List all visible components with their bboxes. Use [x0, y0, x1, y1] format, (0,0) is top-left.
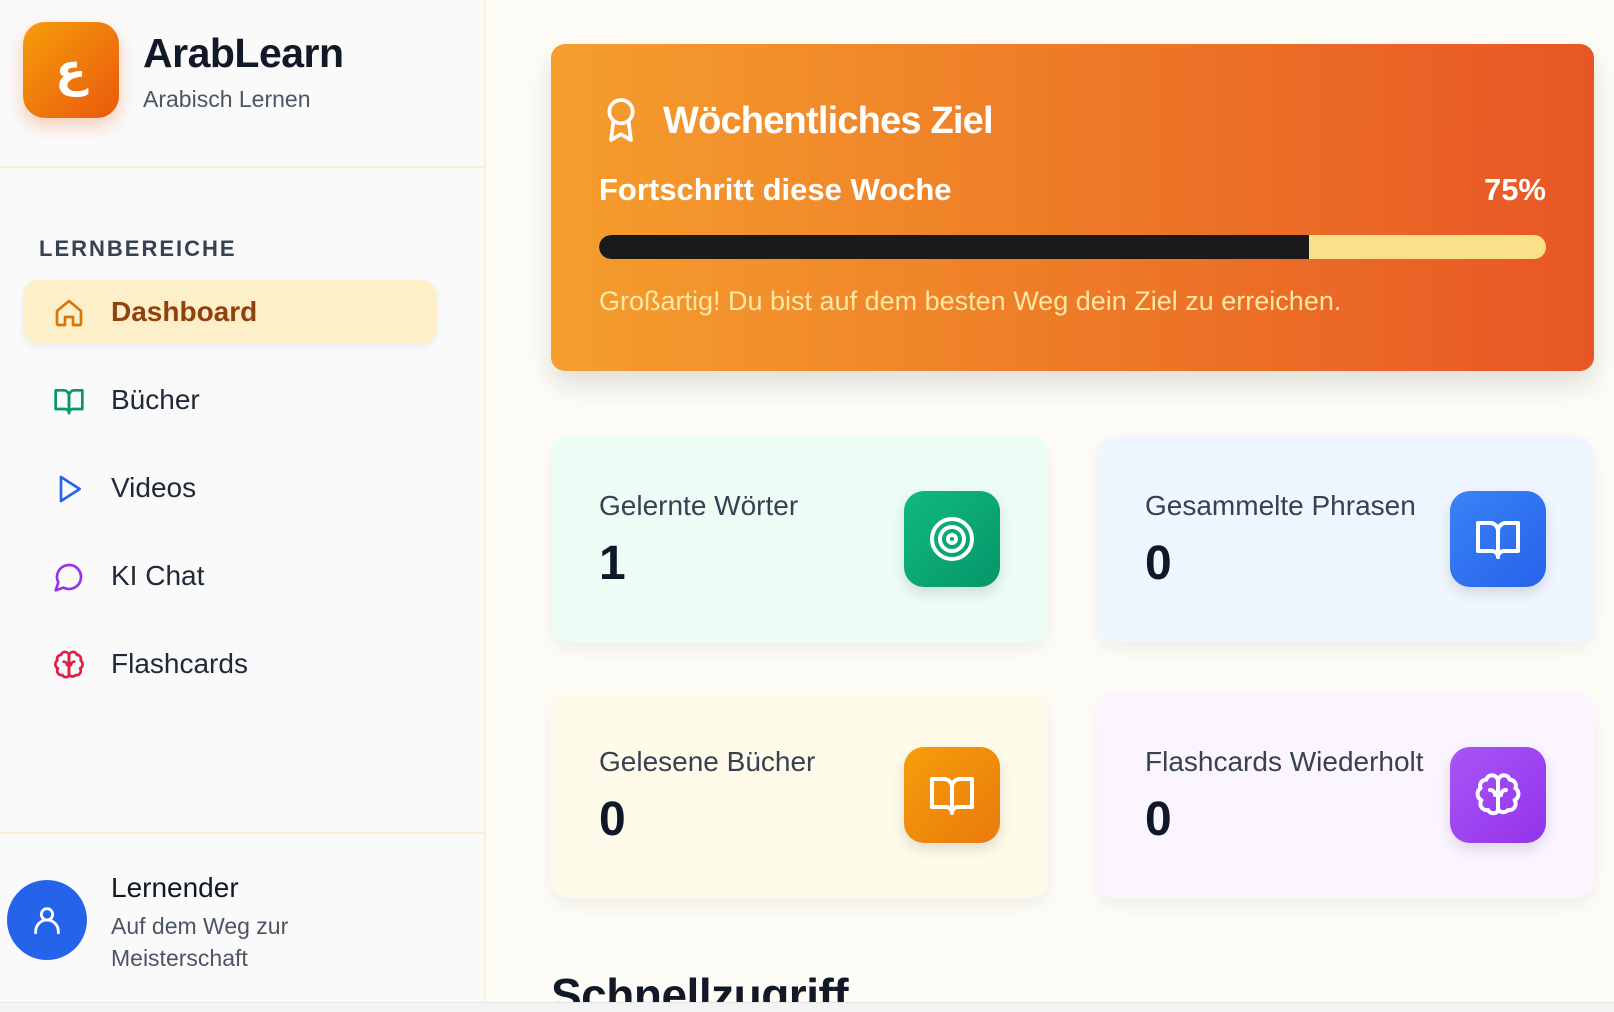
- sidebar-item-books[interactable]: Bücher: [23, 368, 437, 432]
- stat-label: Gelesene Bücher: [599, 746, 816, 777]
- book-open-icon: [54, 389, 84, 415]
- user-profile[interactable]: Lernender Auf dem Weg zur Meisterschaft: [0, 832, 484, 1002]
- stat-card-books-read[interactable]: Gelesene Bücher 0: [551, 692, 1048, 898]
- book-open-icon: [1476, 521, 1520, 559]
- user-name: Lernender: [111, 872, 239, 903]
- sidebar-item-flashcards[interactable]: Flashcards: [23, 632, 437, 696]
- brand-header: ع ArabLearn Arabisch Lernen: [0, 0, 484, 168]
- book-open-icon: [930, 777, 974, 815]
- stat-label: Gesammelte Phrasen: [1145, 490, 1416, 521]
- app-subtitle: Arabisch Lernen: [143, 86, 311, 112]
- target-icon: [930, 517, 974, 561]
- avatar[interactable]: [7, 880, 87, 960]
- goal-message: Großartig! Du bist auf dem besten Weg de…: [599, 286, 1342, 316]
- stat-icon-box: [904, 491, 1000, 587]
- home-icon: [55, 299, 83, 327]
- goal-title: Wöchentliches Ziel: [663, 100, 994, 142]
- goal-progress-label: Fortschritt diese Woche: [599, 172, 952, 207]
- app-logo[interactable]: ع: [23, 22, 119, 118]
- stat-icon-box: [904, 747, 1000, 843]
- stat-card-learned-words[interactable]: Gelernte Wörter 1: [551, 436, 1048, 642]
- sidebar-item-videos[interactable]: Videos: [23, 456, 437, 520]
- sidebar-item-label: Flashcards: [111, 648, 248, 679]
- goal-progress-percent: 75%: [1483, 172, 1546, 207]
- sidebar: ع ArabLearn Arabisch Lernen LERNBEREICHE…: [0, 0, 486, 1002]
- weekly-goal-card: Wöchentliches Ziel Fortschritt diese Woc…: [551, 44, 1594, 371]
- stat-label: Gelernte Wörter: [599, 490, 799, 521]
- sidebar-item-label: Bücher: [111, 384, 200, 415]
- chat-bubble-icon: [54, 563, 83, 592]
- app-title: ArabLearn: [143, 30, 344, 76]
- stat-card-flashcards-reviewed[interactable]: Flashcards Wiederholt 0: [1097, 692, 1594, 898]
- stat-value: 0: [1145, 537, 1172, 590]
- stat-value: 0: [1145, 793, 1172, 846]
- sidebar-item-label: Videos: [111, 472, 197, 503]
- sidebar-item-label: KI Chat: [111, 560, 205, 591]
- sidebar-item-ki-chat[interactable]: KI Chat: [23, 544, 437, 608]
- stat-value: 1: [599, 537, 626, 590]
- user-icon: [34, 907, 60, 935]
- brain-icon: [54, 650, 84, 679]
- stat-card-collected-phrases[interactable]: Gesammelte Phrasen 0: [1097, 436, 1594, 642]
- goal-progress-bar: [599, 235, 1546, 259]
- horizontal-scrollbar[interactable]: [0, 1002, 1614, 1012]
- nav-section-label: LERNBEREICHE: [39, 236, 237, 261]
- award-icon: [607, 98, 635, 142]
- brain-icon: [1475, 773, 1521, 816]
- stat-icon-box: [1450, 747, 1546, 843]
- play-icon: [59, 475, 81, 503]
- stat-label: Flashcards Wiederholt: [1145, 746, 1424, 777]
- stat-value: 0: [599, 793, 626, 846]
- goal-progress-fill: [599, 235, 1310, 259]
- sidebar-item-label: Dashboard: [111, 296, 258, 327]
- stat-icon-box: [1450, 491, 1546, 587]
- sidebar-item-dashboard[interactable]: Dashboard: [23, 280, 437, 344]
- user-subtitle: Auf dem Weg zur Meisterschaft: [111, 913, 289, 971]
